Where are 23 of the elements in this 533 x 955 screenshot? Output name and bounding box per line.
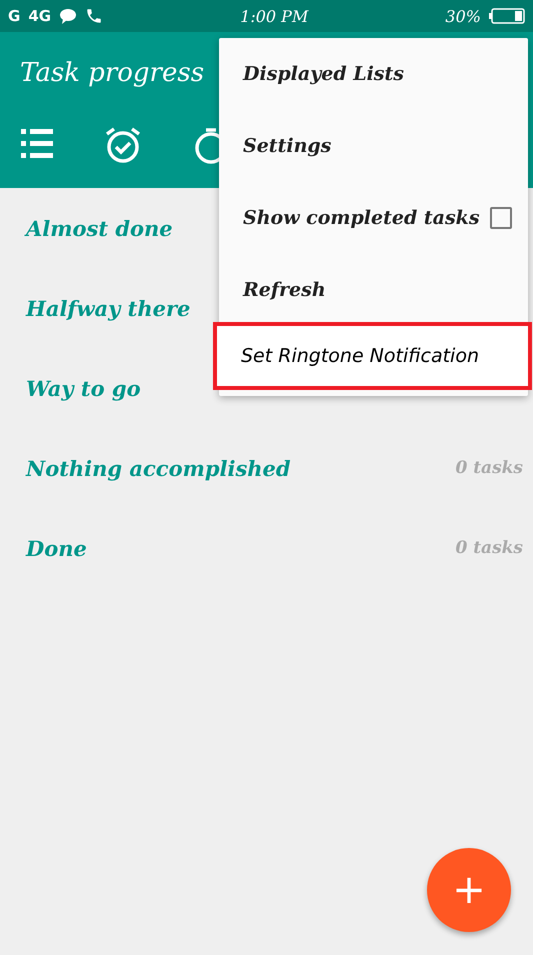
add-button[interactable]: + <box>427 848 511 932</box>
list-name[interactable]: Done <box>26 536 87 560</box>
chat-icon <box>59 8 78 24</box>
app-title: Task progress <box>20 58 204 88</box>
network-label: G <box>8 7 20 25</box>
list-icon[interactable] <box>20 126 54 160</box>
menu-item[interactable]: Show completed tasks <box>219 182 528 254</box>
list-name[interactable]: Almost done <box>26 216 173 240</box>
highlighted-menu-item[interactable]: Set Ringtone Notification <box>213 322 532 390</box>
network-label: 4G <box>28 7 52 25</box>
task-count: 0 tasks <box>455 538 523 558</box>
menu-item[interactable]: Settings <box>219 110 528 182</box>
battery-icon <box>488 8 525 24</box>
list-name[interactable]: Nothing accomplished <box>26 456 291 480</box>
clock-time: 1:00 PM <box>240 6 308 26</box>
list-name[interactable]: Halfway there <box>26 296 190 320</box>
checkbox[interactable] <box>490 207 512 229</box>
menu-item[interactable]: Displayed Lists <box>219 38 528 110</box>
alarm-check-icon[interactable] <box>104 126 142 164</box>
task-count: 0 tasks <box>455 458 523 478</box>
phone-icon <box>85 7 104 25</box>
battery-percent: 30% <box>445 6 481 26</box>
list-name[interactable]: Way to go <box>26 376 141 400</box>
